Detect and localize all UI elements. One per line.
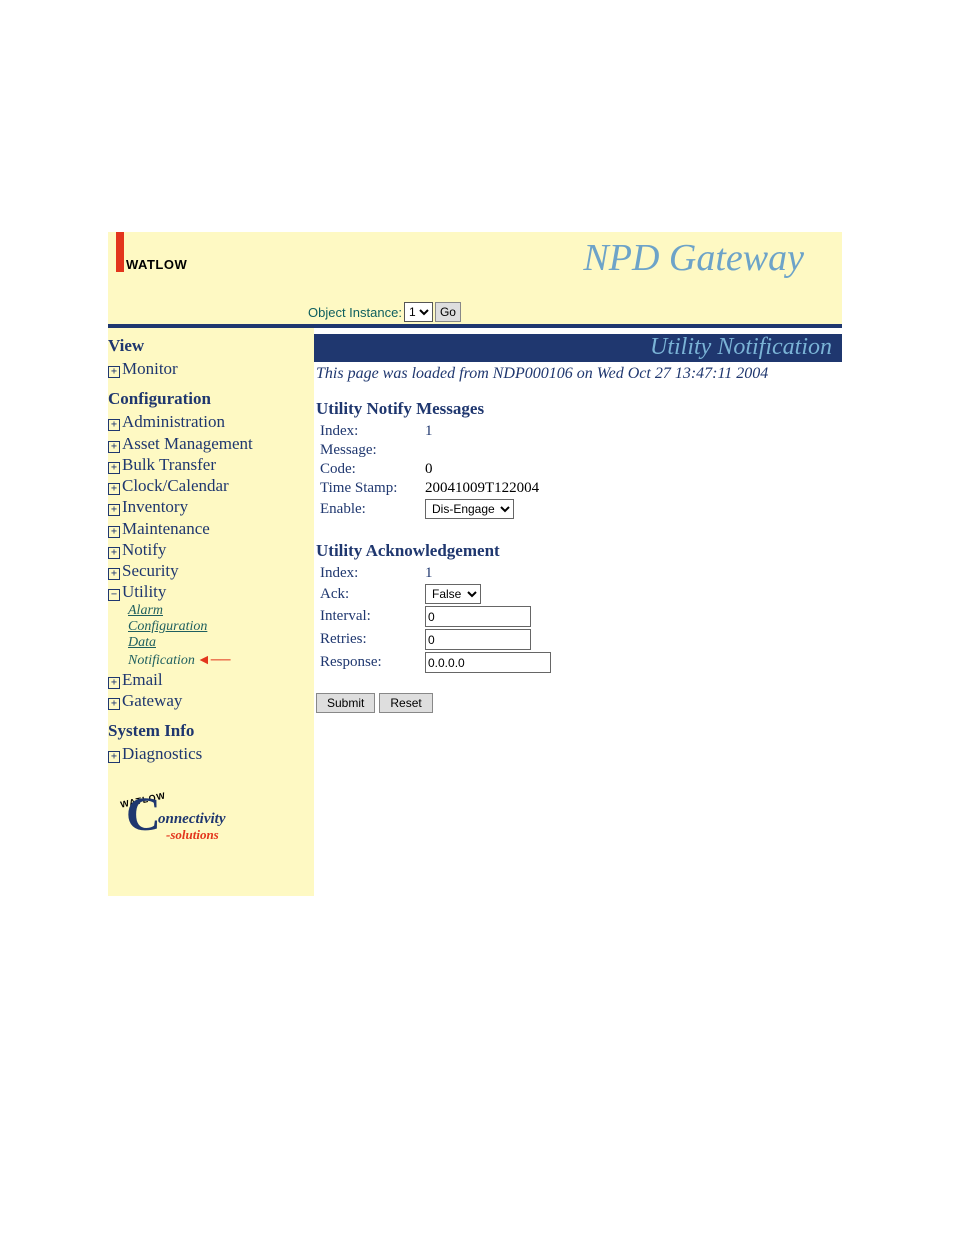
sidebar-item-maintenance[interactable]: +Maintenance: [108, 518, 308, 539]
sidebar-item-utility[interactable]: −Utility: [108, 581, 308, 602]
sidebar-item-security[interactable]: +Security: [108, 560, 308, 581]
ack-index-row: Index: 1: [314, 565, 842, 582]
sub-link-alarm[interactable]: Alarm: [128, 603, 308, 619]
sub-link-data[interactable]: Data: [128, 635, 308, 651]
header: WATLOW NPD Gateway Object Instance: 1 Go: [108, 232, 842, 328]
sidebar-item-administration[interactable]: +Administration: [108, 411, 308, 432]
sidebar-item-diagnostics[interactable]: +Diagnostics: [108, 743, 308, 764]
notify-code-label: Code:: [320, 461, 425, 478]
notify-message-label: Message:: [320, 442, 425, 459]
sidebar-item-label: Security: [122, 561, 179, 580]
expand-icon: +: [108, 366, 120, 378]
expand-icon: +: [108, 547, 120, 559]
sidebar-item-label: Inventory: [122, 497, 188, 516]
ack-interval-label: Interval:: [320, 608, 425, 625]
sidebar-heading-configuration: Configuration: [108, 389, 308, 409]
sidebar-item-clock-calendar[interactable]: +Clock/Calendar: [108, 475, 308, 496]
notify-timestamp-label: Time Stamp:: [320, 480, 425, 497]
expand-icon: +: [108, 751, 120, 763]
instance-label: Object Instance:: [308, 305, 402, 320]
load-banner: This page was loaded from NDP000106 on W…: [314, 362, 842, 393]
sidebar-item-label: Clock/Calendar: [122, 476, 229, 495]
app-title: NPD Gateway: [583, 236, 804, 280]
ack-ack-label: Ack:: [320, 586, 425, 603]
notify-index-label: Index:: [320, 423, 425, 440]
ack-ack-row: Ack: False: [314, 584, 842, 604]
notify-timestamp-row: Time Stamp: 20041009T122004: [314, 480, 842, 497]
brand-logo-bar: [116, 232, 124, 272]
sidebar-heading-sysinfo: System Info: [108, 721, 308, 741]
ack-interval-row: Interval:: [314, 606, 842, 627]
footer-logo: WATLOW C onnectivity -solutions: [118, 791, 258, 847]
ack-interval-input[interactable]: [425, 606, 531, 627]
ack-response-input[interactable]: [425, 652, 551, 673]
expand-icon: +: [108, 483, 120, 495]
arrow-left-icon: ◄──: [197, 653, 231, 668]
notify-code-value: 0: [425, 461, 433, 478]
ack-retries-row: Retries:: [314, 629, 842, 650]
ack-index-value: 1: [425, 565, 433, 582]
expand-icon: +: [108, 698, 120, 710]
expand-icon: +: [108, 504, 120, 516]
footer-logo-connectivity: onnectivity: [158, 811, 226, 828]
sub-link-configuration[interactable]: Configuration: [128, 619, 308, 635]
brand-logo: WATLOW: [116, 232, 187, 272]
page-title: Utility Notification: [314, 334, 842, 362]
collapse-icon: −: [108, 589, 120, 601]
ack-retries-label: Retries:: [320, 631, 425, 648]
sidebar-item-label: Bulk Transfer: [122, 455, 216, 474]
sidebar-item-inventory[interactable]: +Inventory: [108, 496, 308, 517]
ack-retries-input[interactable]: [425, 629, 531, 650]
sidebar-item-monitor[interactable]: +Monitor: [108, 358, 308, 379]
sidebar-heading-view: View: [108, 336, 308, 356]
sub-link-notification[interactable]: Notification: [128, 653, 195, 668]
brand-text: WATLOW: [126, 257, 187, 272]
sidebar-item-label: Diagnostics: [122, 744, 202, 763]
sidebar-item-asset-management[interactable]: +Asset Management: [108, 433, 308, 454]
sidebar-item-label: Utility: [122, 582, 166, 601]
sidebar-item-label: Notify: [122, 540, 166, 559]
submit-button[interactable]: Submit: [316, 693, 375, 713]
notify-enable-select[interactable]: Dis-Engage: [425, 499, 514, 519]
ack-ack-select[interactable]: False: [425, 584, 481, 604]
notify-enable-row: Enable: Dis-Engage: [314, 499, 842, 519]
expand-icon: +: [108, 677, 120, 689]
section-ack-title: Utility Acknowledgement: [316, 541, 842, 561]
expand-icon: +: [108, 441, 120, 453]
expand-icon: +: [108, 419, 120, 431]
ack-response-label: Response:: [320, 654, 425, 671]
sidebar-item-label: Maintenance: [122, 519, 210, 538]
instance-controls: Object Instance: 1 Go: [308, 302, 461, 322]
sidebar-item-label: Asset Management: [122, 434, 253, 453]
sidebar-item-email[interactable]: +Email: [108, 669, 308, 690]
notify-code-row: Code: 0: [314, 461, 842, 478]
sidebar-item-gateway[interactable]: +Gateway: [108, 690, 308, 711]
expand-icon: +: [108, 462, 120, 474]
sidebar-item-label: Gateway: [122, 691, 182, 710]
main-content: Utility Notification This page was loade…: [314, 328, 842, 896]
reset-button[interactable]: Reset: [379, 693, 432, 713]
instance-select[interactable]: 1: [404, 302, 433, 322]
sidebar-item-label: Email: [122, 670, 163, 689]
sidebar-item-label: Administration: [122, 412, 225, 431]
footer-logo-solutions: -solutions: [166, 827, 219, 843]
sidebar: View +Monitor Configuration +Administrat…: [108, 328, 314, 896]
expand-icon: +: [108, 526, 120, 538]
section-notify-title: Utility Notify Messages: [316, 399, 842, 419]
expand-icon: +: [108, 568, 120, 580]
ack-response-row: Response:: [314, 652, 842, 673]
notify-index-row: Index: 1: [314, 423, 842, 440]
sidebar-item-label: Monitor: [122, 359, 178, 378]
footer-logo-c-icon: C: [126, 787, 161, 842]
go-button[interactable]: Go: [435, 302, 461, 322]
notify-timestamp-value: 20041009T122004: [425, 480, 539, 497]
notify-enable-label: Enable:: [320, 501, 425, 518]
sidebar-item-notify[interactable]: +Notify: [108, 539, 308, 560]
notify-message-row: Message:: [314, 442, 842, 459]
sidebar-item-bulk-transfer[interactable]: +Bulk Transfer: [108, 454, 308, 475]
form-button-row: Submit Reset: [316, 693, 842, 713]
notify-index-value: 1: [425, 423, 433, 440]
ack-index-label: Index:: [320, 565, 425, 582]
